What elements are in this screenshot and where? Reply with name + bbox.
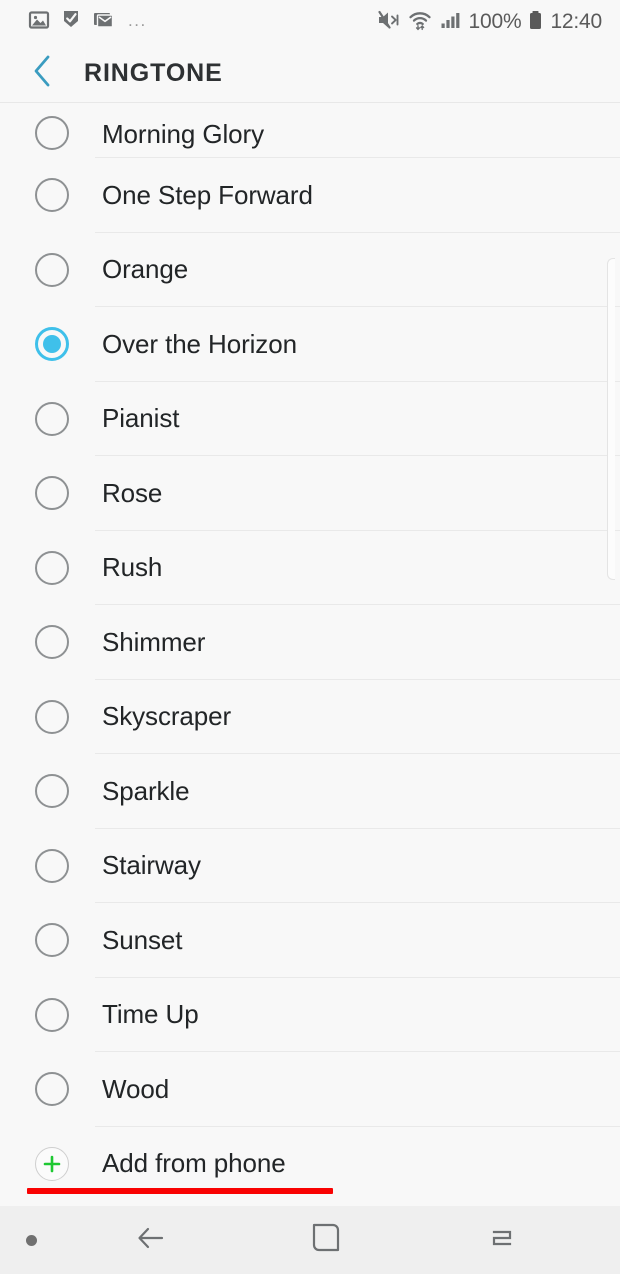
scrollbar[interactable] xyxy=(607,258,615,580)
radio-button[interactable] xyxy=(35,848,69,883)
nav-back-button[interactable] xyxy=(62,1206,238,1274)
list-item-label: Sparkle xyxy=(102,775,190,806)
wifi-icon xyxy=(408,9,433,36)
list-item[interactable]: Shimmer xyxy=(0,605,620,680)
radio-button[interactable] xyxy=(35,252,69,287)
nav-home-button[interactable] xyxy=(238,1206,414,1274)
list-item-label: One Step Forward xyxy=(102,179,313,210)
list-item[interactable]: Sunset xyxy=(0,903,620,978)
radio-button[interactable] xyxy=(35,774,69,809)
clock-label: 12:40 xyxy=(550,10,602,33)
list-item[interactable]: Pianist xyxy=(0,382,620,456)
list-item[interactable]: Rose xyxy=(0,456,620,531)
radio-button[interactable] xyxy=(35,178,69,213)
list-item[interactable]: Sparkle xyxy=(0,754,620,829)
back-button[interactable] xyxy=(14,44,70,103)
radio-button[interactable] xyxy=(35,997,69,1032)
signal-bars-icon xyxy=(440,9,462,36)
list-item-label: Time Up xyxy=(102,999,199,1030)
radio-button[interactable] xyxy=(35,116,69,150)
navigation-bar xyxy=(0,1206,620,1274)
ringtone-list[interactable]: Morning Glory One Step Forward Orange Ov… xyxy=(0,103,620,1206)
list-item-label: Pianist xyxy=(102,403,180,434)
status-bar-notification-icons: ... xyxy=(28,9,147,36)
email-stack-icon xyxy=(92,9,115,36)
radio-button[interactable] xyxy=(35,625,69,660)
chevron-left-icon xyxy=(31,54,53,93)
radio-button[interactable] xyxy=(35,699,69,734)
radio-button[interactable] xyxy=(35,1072,69,1107)
list-item[interactable]: Wood xyxy=(0,1052,620,1127)
plus-icon xyxy=(35,1146,69,1181)
list-item[interactable]: Orange xyxy=(0,233,620,307)
radio-button-selected[interactable] xyxy=(35,327,69,362)
app-bar: RINGTONE xyxy=(0,44,620,103)
mute-icon xyxy=(377,9,401,36)
list-item-label: Rush xyxy=(102,552,163,583)
dot-icon xyxy=(25,1234,37,1246)
radio-button[interactable] xyxy=(35,476,69,511)
list-item[interactable]: Time Up xyxy=(0,978,620,1052)
list-item-label: Stairway xyxy=(102,850,201,881)
image-icon xyxy=(28,9,50,36)
status-overflow-dots: ... xyxy=(128,11,147,30)
list-item-label: Orange xyxy=(102,254,189,285)
list-item-selected[interactable]: Over the Horizon xyxy=(0,307,620,382)
list-item-label: Rose xyxy=(102,477,163,508)
add-from-phone-label: Add from phone xyxy=(102,1148,286,1178)
radio-button[interactable] xyxy=(35,923,69,958)
list-item[interactable]: Stairway xyxy=(0,829,620,903)
list-item[interactable]: Rush xyxy=(0,531,620,605)
list-item-label: Morning Glory xyxy=(102,119,264,149)
phone-screen: ... 100% 12:40 RINGTONE Morning Glory On… xyxy=(0,0,620,1274)
battery-percent-label: 100% xyxy=(468,10,522,33)
page-title: RINGTONE xyxy=(84,59,223,87)
annotation-underline xyxy=(27,1188,333,1194)
flag-check-icon xyxy=(61,9,81,36)
list-item-label: Shimmer xyxy=(102,626,206,657)
arrow-left-icon xyxy=(133,1221,167,1260)
status-bar-system-icons: 100% 12:40 xyxy=(377,9,602,36)
home-square-icon xyxy=(310,1222,342,1259)
list-item-label: Over the Horizon xyxy=(102,328,297,359)
nav-indicator-dot xyxy=(0,1206,62,1274)
nav-recents-button[interactable] xyxy=(414,1206,590,1274)
list-item[interactable]: Morning Glory xyxy=(0,103,620,158)
radio-button[interactable] xyxy=(35,401,69,436)
list-item-label: Skyscraper xyxy=(102,701,232,732)
radio-button[interactable] xyxy=(35,550,69,585)
battery-icon xyxy=(528,9,543,36)
list-item[interactable]: Skyscraper xyxy=(0,680,620,754)
status-bar: ... 100% 12:40 xyxy=(0,0,620,44)
list-item[interactable]: One Step Forward xyxy=(0,158,620,233)
recents-icon xyxy=(486,1222,518,1259)
list-item-label: Wood xyxy=(102,1073,170,1104)
list-item-label: Sunset xyxy=(102,924,183,955)
